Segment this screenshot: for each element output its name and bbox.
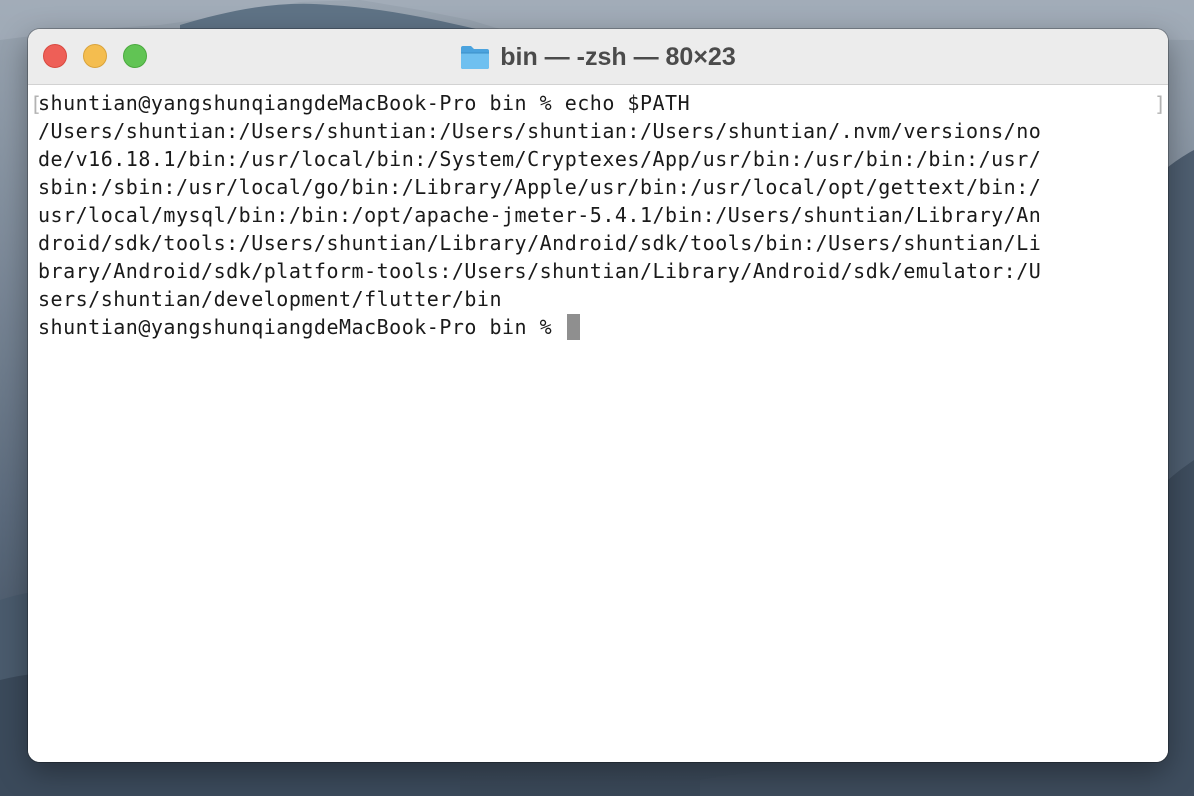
terminal-content[interactable]: [ ] shuntian@yangshunqiangdeMacBook-Pro … (28, 85, 1168, 762)
terminal-line: brary/Android/sdk/platform-tools:/Users/… (38, 259, 1042, 283)
folder-icon (460, 44, 490, 70)
shell-prompt: shuntian@yangshunqiangdeMacBook-Pro bin … (38, 315, 565, 339)
terminal-line: shuntian@yangshunqiangdeMacBook-Pro bin … (38, 91, 691, 115)
text-cursor (566, 314, 580, 340)
terminal-line: usr/local/mysql/bin:/bin:/opt/apache-jme… (38, 203, 1042, 227)
window-title: bin — -zsh — 80×23 (500, 42, 736, 71)
window-titlebar[interactable]: bin — -zsh — 80×23 (28, 29, 1168, 85)
window-title-group: bin — -zsh — 80×23 (28, 29, 1168, 85)
terminal-line: de/v16.18.1/bin:/usr/local/bin:/System/C… (38, 147, 1042, 171)
terminal-line: sers/shuntian/development/flutter/bin (38, 287, 503, 311)
terminal-line: droid/sdk/tools:/Users/shuntian/Library/… (38, 231, 1042, 255)
selection-bracket-right: ] (1153, 92, 1166, 116)
terminal-prompt-line[interactable]: shuntian@yangshunqiangdeMacBook-Pro bin … (38, 313, 580, 341)
terminal-window[interactable]: bin — -zsh — 80×23 [ ] shuntian@yangshun… (28, 29, 1168, 762)
terminal-line: /Users/shuntian:/Users/shuntian:/Users/s… (38, 119, 1042, 143)
terminal-line: sbin:/sbin:/usr/local/go/bin:/Library/Ap… (38, 175, 1042, 199)
